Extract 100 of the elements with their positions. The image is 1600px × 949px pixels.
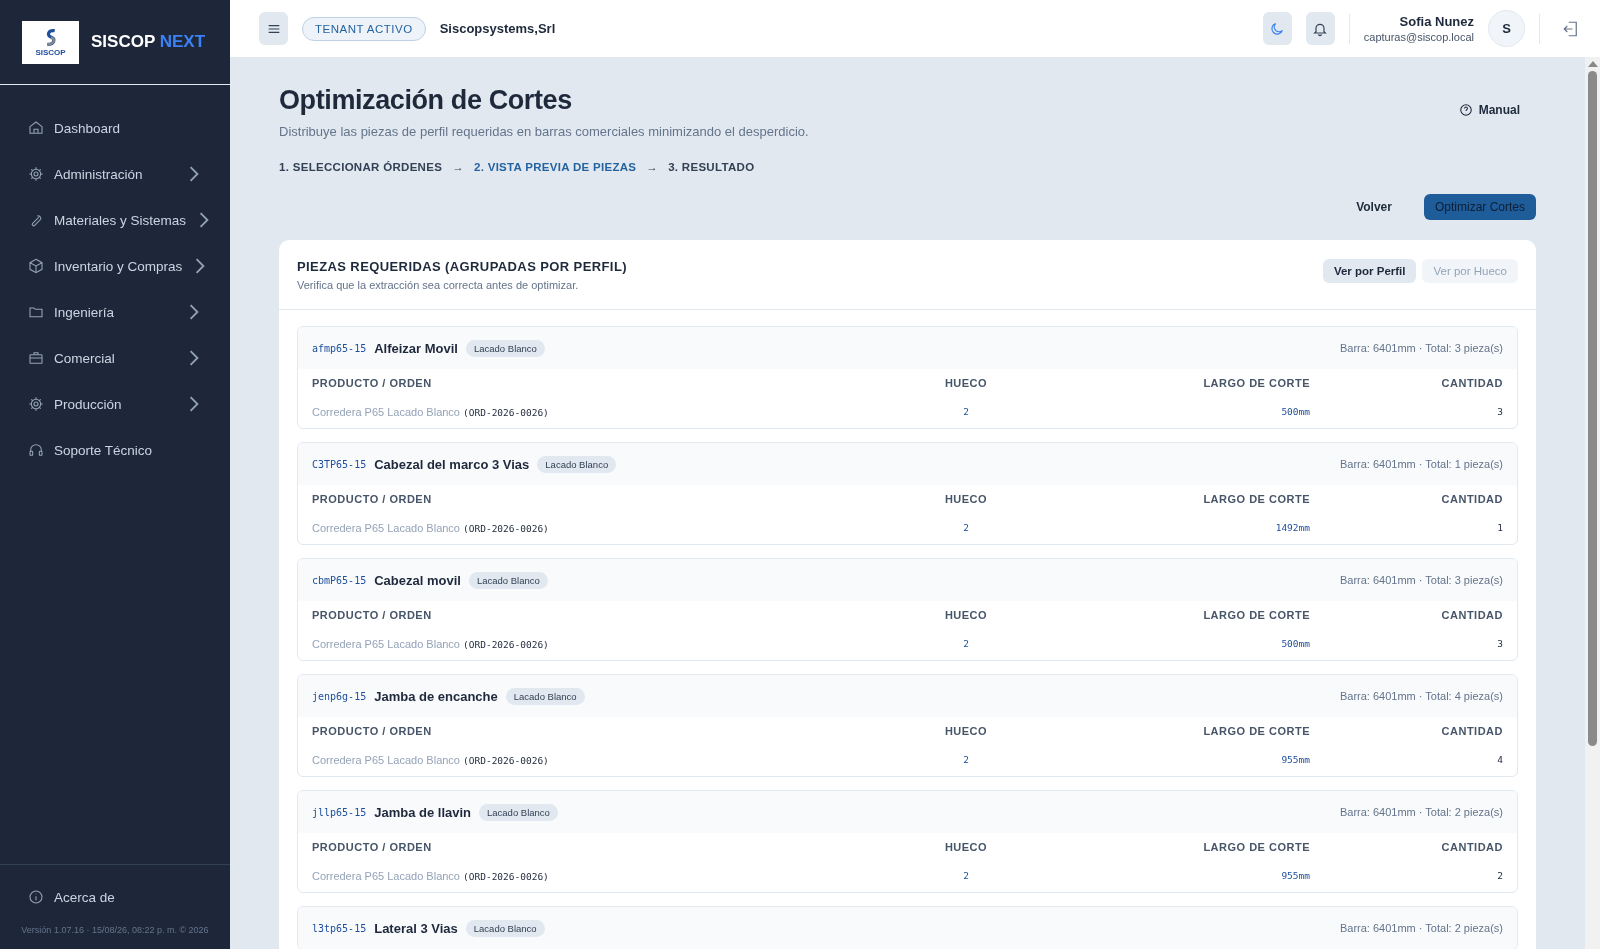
table-cell-text: 500mm [1280,405,1310,419]
column-header: CANTIDAD [1440,376,1503,391]
table-cell-text: Corredera P65 Lacado Blanco (ORD-2026-0026) [312,405,550,420]
finish-tag: Lacado Blanco [465,919,545,937]
column-header: LARGO DE CORTE [1202,492,1310,507]
finish-tag: Lacado Blanco [466,339,545,357]
user-email: capturas@siscop.local [1363,31,1474,43]
view-toggle[interactable]: Ver por Perfil [1322,259,1417,283]
column-header: CANTIDAD [1440,724,1503,739]
sidebar-item[interactable]: Ingeniería [0,289,230,335]
wizard-step: 3. RESULTADO [668,161,755,173]
finish-tag: Lacado Blanco [537,455,617,473]
table-cell-text: 2 [1496,869,1503,883]
profile-summary: Barra: 6401mm · Total: 3 pieza(s) [1339,574,1503,586]
column-header: LARGO DE CORTE [1202,724,1310,739]
column-header: HUECO [943,840,989,855]
sidebar-item[interactable]: Comercial [0,335,230,381]
profile-summary: Barra: 6401mm · Total: 2 pieza(s) [1339,922,1503,934]
profile-summary: Barra: 6401mm · Total: 2 pieza(s) [1339,806,1503,818]
profile-summary: Barra: 6401mm · Total: 4 pieza(s) [1339,690,1503,702]
profile-name: Jamba de encanche [374,688,498,704]
column-header: PRODUCTO / ORDEN [312,376,433,391]
page-title: Optimización de Cortes [279,85,573,116]
column-header: PRODUCTO / ORDEN [312,840,433,855]
folder-icon [28,304,44,320]
sidebar-item[interactable]: Dashboard [0,105,230,151]
column-header: HUECO [943,376,989,391]
home-icon [28,120,44,136]
table-cell-text: 2 [962,753,970,767]
table-cell-text: 955mm [1280,753,1310,767]
page-subtitle: Distribuye las piezas de perfil requeridas en barras comerciales minimizando el desperdicio. [279,124,809,139]
card-title: PIEZAS REQUERIDAS (AGRUPADAS POR PERFIL) [297,259,627,274]
user-name: Sofia Nunez [1399,14,1474,29]
headset-icon [28,442,44,458]
column-header: PRODUCTO / ORDEN [312,724,433,739]
column-header: LARGO DE CORTE [1202,840,1310,855]
table-cell-text: Corredera P65 Lacado Blanco (ORD-2026-0026) [312,637,550,652]
profile-name: Cabezal movil [374,572,461,588]
manual-link[interactable]: Manual [1458,103,1520,117]
sidebar-item[interactable]: Administración [0,151,230,197]
arrow-separator: → [452,161,464,173]
help-icon [1458,103,1473,117]
tenant-badge: TENANT ACTIVO [302,16,426,41]
column-header: CANTIDAD [1440,492,1503,507]
box-icon [28,258,44,274]
table-cell-text: 3 [1496,405,1503,419]
version-text: Versión 1.07.16 · 15/08/26, 08:22 p. m. © 2026 [20,925,210,935]
profile-name: Alfeizar Movil [374,340,458,356]
logo-icon: SISCOP [22,20,79,64]
table-cell-text: 2 [962,869,970,883]
finish-tag: Lacado Blanco [479,803,558,821]
logout-icon[interactable] [1562,19,1580,38]
column-header: HUECO [943,492,989,507]
table-cell-text: Corredera P65 Lacado Blanco (ORD-2026-0026) [312,869,550,884]
column-header: LARGO DE CORTE [1202,608,1310,623]
notifications-button[interactable] [1305,12,1335,45]
tenant-name: Siscopsystems,Srl [439,21,556,36]
profile-code: C3TP65-15 [312,458,367,470]
theme-button[interactable] [1262,12,1292,45]
sidebar-item[interactable]: Acerca de [0,883,230,911]
sidebar-item[interactable]: Producción [0,381,230,427]
arrow-separator: → [646,161,659,173]
table-cell-text: 2 [962,405,970,419]
profile-code: jenp6g-15 [312,690,367,702]
table-cell-text: 1 [1496,521,1503,535]
scrollbar[interactable] [1585,57,1600,949]
profile-name: Cabezal del marco 3 Vias [374,456,530,472]
gear-icon [28,396,44,412]
card-subtitle: Verifica que la extracción sea correcta antes de optimizar. [297,279,580,291]
table-cell-text: 1492mm [1274,521,1310,535]
back-button[interactable]: Volver [1338,194,1410,220]
sidebar-item[interactable]: Inventario y Compras [0,243,230,289]
sidebar-item[interactable]: Soporte Técnico [0,427,230,473]
finish-tag: Lacado Blanco [505,687,585,705]
column-header: LARGO DE CORTE [1202,376,1310,391]
column-header: HUECO [943,724,989,739]
profile-name: Lateral 3 Vias [374,920,458,936]
table-cell-text: 500mm [1280,637,1310,651]
table-cell-text: 2 [962,637,970,651]
profile-summary: Barra: 6401mm · Total: 3 pieza(s) [1339,342,1503,354]
profile-code: l3tp65-15 [312,922,367,934]
gear-icon [28,166,44,182]
user-avatar[interactable]: S [1488,10,1525,47]
table-cell-text: 3 [1496,637,1503,651]
profile-code: jllp65-15 [312,806,367,818]
column-header: PRODUCTO / ORDEN [312,608,433,623]
table-cell-text: Corredera P65 Lacado Blanco (ORD-2026-0026) [312,753,550,768]
profile-name: Jamba de llavin [374,804,471,820]
column-header: CANTIDAD [1440,840,1503,855]
table-cell-text: Corredera P65 Lacado Blanco (ORD-2026-0026) [312,521,550,536]
info-icon [28,889,44,905]
table-cell-text: 2 [962,521,970,535]
profile-summary: Barra: 6401mm · Total: 1 pieza(s) [1339,458,1503,470]
sidebar-item[interactable]: Materiales y Sistemas [0,197,230,243]
profile-code: cbmP65-15 [312,574,367,586]
moon-icon [1269,20,1286,37]
table-cell-text: 4 [1496,753,1503,767]
menu-button[interactable] [259,12,288,45]
wizard-step: 1. SELECCIONAR ÓRDENES [279,161,443,173]
briefcase-icon [28,350,44,366]
